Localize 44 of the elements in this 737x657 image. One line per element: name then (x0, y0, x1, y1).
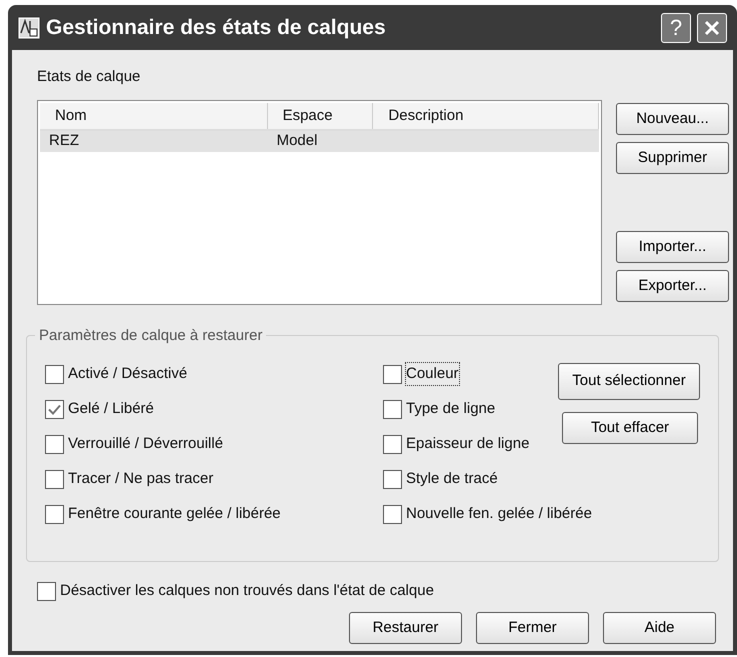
table-row[interactable]: REZ Model (40, 131, 599, 152)
checkbox-label: Nouvelle fen. gelée / libérée (406, 504, 592, 524)
checkbox[interactable] (45, 504, 64, 524)
dialog-button[interactable]: Aide (603, 612, 716, 644)
table-cell-text: REZ (48, 131, 80, 152)
column-header[interactable]: Description (373, 103, 599, 129)
checkbox[interactable] (45, 470, 64, 488)
dialog-button[interactable]: Fermer (476, 612, 589, 644)
checkbox-label: Activé / Désactivé (68, 364, 188, 384)
dialog-button[interactable]: Tout sélectionner (558, 363, 700, 400)
dialog-button[interactable]: Tout effacer (562, 412, 698, 444)
close-button[interactable] (697, 12, 727, 42)
table-cell-text: Model (276, 131, 318, 152)
dialog-button[interactable]: Supprimer (616, 142, 729, 174)
dialog-button[interactable]: Restaurer (349, 612, 462, 644)
layers-icon (18, 16, 40, 38)
checkmark-icon (48, 404, 61, 414)
checkbox-label: Style de tracé (406, 468, 498, 489)
checkbox[interactable] (37, 582, 56, 600)
checkbox[interactable] (383, 364, 402, 384)
window-title: Gestionnaire des états de calques (46, 14, 387, 41)
column-header[interactable]: Nom (40, 103, 268, 129)
checkbox[interactable] (383, 434, 402, 454)
section-label: Etats de calque (37, 67, 142, 87)
checkbox[interactable] (45, 400, 64, 418)
close-icon (703, 18, 721, 36)
checkbox[interactable] (383, 504, 402, 524)
help-button[interactable]: ? (661, 12, 691, 42)
checkbox-label: Tracer / Ne pas tracer (68, 468, 214, 489)
checkbox-label: Type de ligne (406, 398, 496, 419)
checkbox-label: Couleur (406, 362, 459, 386)
dialog-button[interactable]: Importer... (616, 231, 729, 263)
checkbox-label: Gelé / Libéré (68, 398, 154, 419)
checkbox-label: Désactiver les calques non trouvés dans l'état de calque (60, 580, 434, 601)
checkbox[interactable] (383, 470, 402, 488)
dialog-button[interactable]: Exporter... (616, 270, 729, 302)
checkbox[interactable] (45, 434, 64, 454)
dialog-button[interactable]: Nouveau... (616, 103, 729, 135)
checkbox-label: Epaisseur de ligne (406, 434, 530, 454)
checkbox[interactable] (45, 364, 64, 384)
checkbox-label: Fenêtre courante gelée / libérée (68, 504, 281, 524)
checkbox[interactable] (383, 400, 402, 418)
checkbox-label: Verrouillé / Déverrouillé (68, 434, 224, 454)
column-header[interactable]: Espace (268, 103, 374, 129)
